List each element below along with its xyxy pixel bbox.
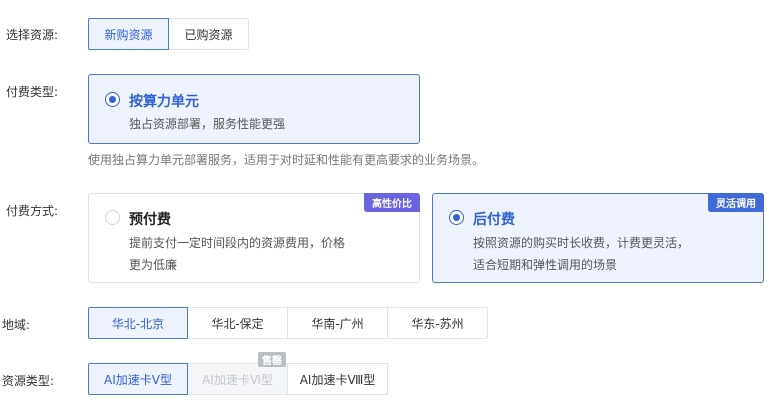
billing-type-desc: 独占资源部署，服务性能更强 (129, 117, 286, 131)
region-baoding[interactable]: 华北-保定 (187, 307, 288, 339)
resource-type-label: : 资源类型: (1, 374, 54, 388)
resource-type-v[interactable]: AI加速卡Ⅴ型 (88, 363, 188, 395)
payment-method-label: 付费方式: (6, 204, 59, 218)
resource-type-vi: AI加速卡Ⅵ型 (187, 363, 288, 395)
region-label: : 地域: (1, 318, 30, 332)
postpaid-desc: 按照资源的购买时长收费，计费更灵活， 适合短期和弹性调用的场景 (473, 236, 690, 272)
soldout-badge: 售罄 (258, 352, 286, 367)
region-beijing[interactable]: 华北-北京 (88, 307, 188, 339)
region-guangzhou[interactable]: 华南-广州 (287, 307, 388, 339)
option-owned-resource[interactable]: 已购资源 (168, 18, 249, 50)
resource-type-viii[interactable]: AI加速卡Ⅷ型 (287, 363, 388, 395)
prepaid-title: 预付费 (129, 212, 171, 228)
prepaid-desc: 提前支付一定时间段内的资源费用，价格 更为低廉 (129, 236, 346, 272)
payment-card-prepaid[interactable]: 高性价比 预付费 提前支付一定时间段内的资源费用，价格 更为低廉 (88, 193, 420, 283)
radio-selected-icon[interactable] (449, 210, 464, 225)
region-group: 华北-北京 华北-保定 华南-广州 华东-苏州 (88, 307, 488, 339)
billing-type-label: 付费类型: (6, 85, 59, 99)
region-suzhou[interactable]: 华东-苏州 (387, 307, 488, 339)
resource-type-group: AI加速卡Ⅴ型 AI加速卡Ⅵ型 AI加速卡Ⅷ型 售罄 (88, 352, 388, 395)
radio-selected-icon[interactable] (105, 92, 120, 107)
payment-card-postpaid[interactable]: 灵活调用 后付费 按照资源的购买时长收费，计费更灵活， 适合短期和弹性调用的场景 (432, 193, 764, 283)
postpaid-title: 后付费 (473, 212, 515, 228)
billing-type-hint: 使用独占算力单元部署服务，适用于对时延和性能有更高要求的业务场景。 (88, 153, 485, 167)
badge-flexible: 灵活调用 (708, 193, 764, 212)
badge-cost-effective: 高性价比 (364, 193, 420, 212)
billing-type-card-compute-unit[interactable]: 按算力单元 独占资源部署，服务性能更强 (88, 74, 420, 144)
radio-unselected-icon[interactable] (105, 210, 120, 225)
billing-type-title: 按算力单元 (129, 94, 199, 110)
resource-select-label: 选择资源: (6, 28, 59, 42)
option-new-resource[interactable]: 新购资源 (88, 18, 169, 50)
resource-select-group: 新购资源 已购资源 (88, 18, 249, 50)
